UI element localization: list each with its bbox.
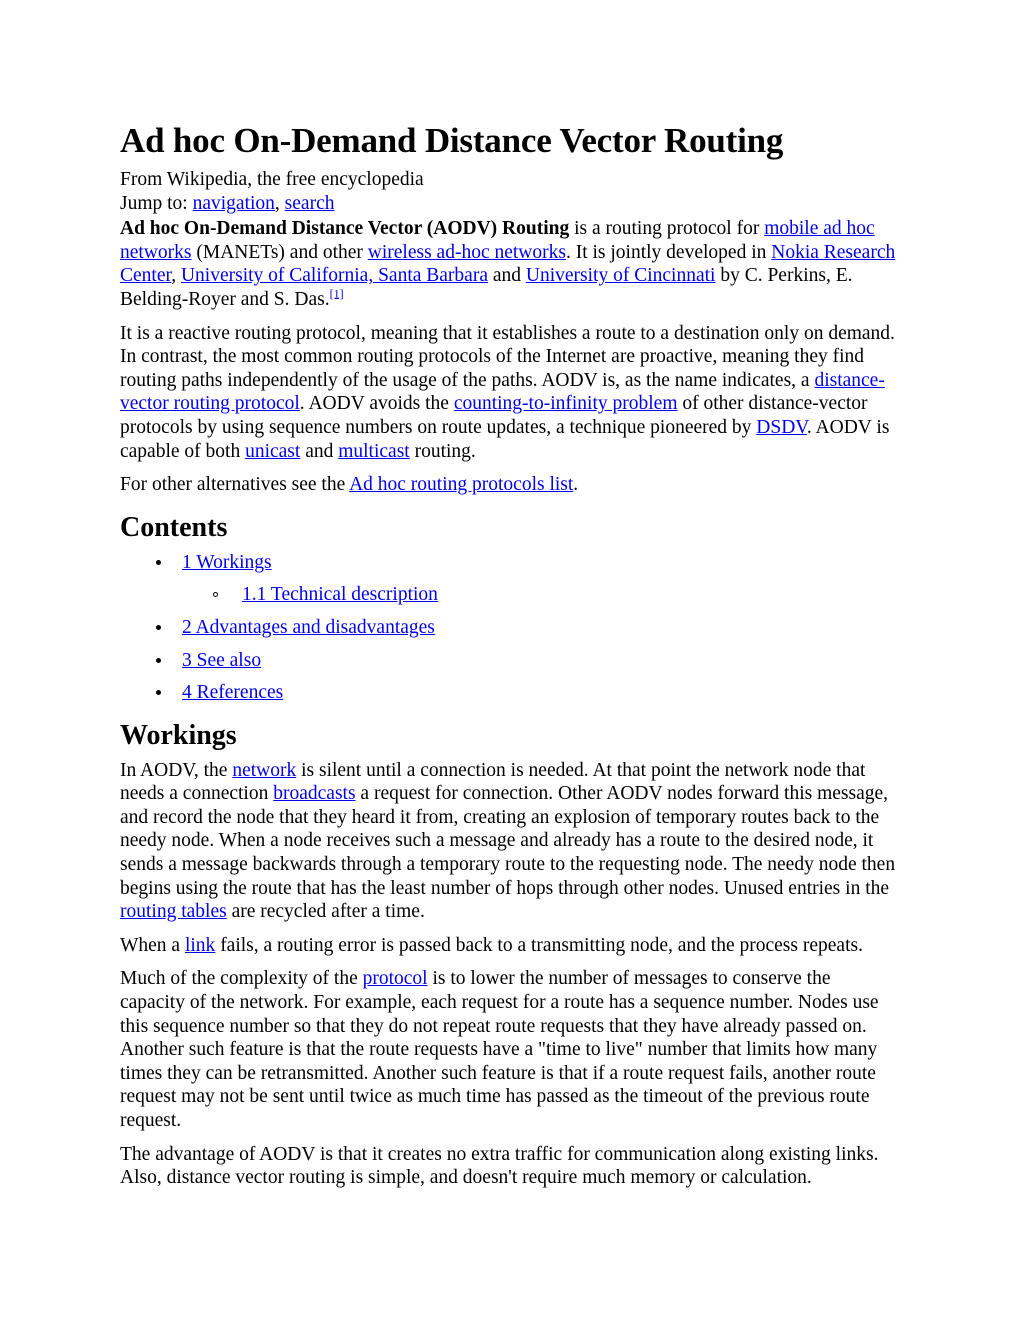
- reactive-text-2: . AODV avoids the: [299, 393, 454, 415]
- toc-item-references[interactable]: 4 References: [120, 681, 900, 705]
- jump-separator: ,: [274, 192, 285, 214]
- link-network[interactable]: network: [232, 760, 296, 781]
- link-broadcasts[interactable]: broadcasts: [273, 783, 355, 804]
- lead-text-1: is a routing protocol for: [569, 218, 765, 240]
- link-routing-tables[interactable]: routing tables: [120, 901, 227, 922]
- reference-marker-1[interactable]: [1]: [330, 286, 344, 300]
- reactive-text-1: It is a reactive routing protocol, meani…: [120, 322, 895, 391]
- reactive-paragraph: It is a reactive routing protocol, meani…: [120, 322, 900, 464]
- document-content: Ad hoc On-Demand Distance Vector Routing…: [120, 120, 900, 1200]
- lead-text-4: ,: [171, 265, 181, 287]
- toc-subitem-technical-description[interactable]: 1.1 Technical description: [182, 583, 900, 607]
- workings-p1-text-1: In AODV, the: [120, 759, 233, 781]
- lead-text-3: . It is jointly developed in: [565, 241, 772, 263]
- workings-paragraph-1: In AODV, the network is silent until a c…: [120, 759, 900, 924]
- link-protocol[interactable]: protocol: [363, 968, 428, 989]
- link-multicast[interactable]: multicast: [338, 441, 410, 462]
- link-uc-santa-barbara[interactable]: University of California, Santa Barbara: [181, 265, 488, 286]
- toc-link-workings[interactable]: 1 Workings: [182, 552, 272, 573]
- link-dsdv[interactable]: DSDV: [756, 417, 807, 438]
- toc-item-workings[interactable]: 1 Workings 1.1 Technical description: [120, 551, 900, 607]
- link-link[interactable]: link: [185, 935, 215, 956]
- workings-p3-text-2: is to lower the number of messages to co…: [120, 968, 879, 1131]
- disc-bullet-icon: [156, 690, 161, 696]
- circle-bullet-icon: [213, 592, 218, 598]
- toc-sublist-workings: 1.1 Technical description: [182, 583, 900, 607]
- document-page: Ad hoc On-Demand Distance Vector Routing…: [0, 0, 1020, 1320]
- table-of-contents: 1 Workings 1.1 Technical description 2 A…: [120, 551, 900, 705]
- source-attribution: From Wikipedia, the free encyclopedia Ju…: [120, 168, 900, 215]
- toc-item-see-also[interactable]: 3 See also: [120, 649, 900, 673]
- disc-bullet-icon: [156, 657, 161, 663]
- alternatives-text-1: For other alternatives see the: [120, 474, 350, 496]
- reactive-text-5: and: [300, 440, 339, 462]
- reference-link-1[interactable]: [1]: [330, 286, 344, 300]
- link-counting-to-infinity-problem[interactable]: counting-to-infinity problem: [454, 393, 678, 414]
- toc-link-technical-description[interactable]: 1.1 Technical description: [242, 584, 438, 605]
- page-title: Ad hoc On-Demand Distance Vector Routing: [120, 121, 784, 160]
- workings-p1-text-4: are recycled after a time.: [226, 901, 425, 923]
- disc-bullet-icon: [156, 624, 161, 630]
- lead-text-2: (MANETs) and other: [191, 241, 368, 263]
- toc-link-see-also[interactable]: 3 See also: [182, 650, 261, 671]
- source-line: From Wikipedia, the free encyclopedia: [120, 169, 424, 190]
- jump-to-label: Jump to:: [120, 192, 193, 214]
- reactive-text-6: routing.: [409, 440, 476, 462]
- contents-heading: Contents: [120, 511, 228, 543]
- workings-p2-text-2: fails, a routing error is passed back to…: [215, 934, 863, 956]
- toc-item-advantages-and-disadvantages[interactable]: 2 Advantages and disadvantages: [120, 616, 900, 640]
- workings-paragraph-2: When a link fails, a routing error is pa…: [120, 934, 900, 958]
- jump-to-navigation-link[interactable]: navigation: [193, 193, 275, 214]
- link-ad-hoc-routing-protocols-list[interactable]: Ad hoc routing protocols list: [349, 474, 573, 495]
- toc-link-advantages-and-disadvantages[interactable]: 2 Advantages and disadvantages: [182, 617, 435, 638]
- workings-heading: Workings: [120, 719, 237, 751]
- workings-p3-text-1: Much of the complexity of the: [120, 968, 363, 990]
- toc-link-references[interactable]: 4 References: [182, 682, 283, 703]
- lead-paragraph: Ad hoc On-Demand Distance Vector (AODV) …: [120, 217, 900, 311]
- workings-paragraph-3: Much of the complexity of the protocol i…: [120, 967, 900, 1132]
- link-unicast[interactable]: unicast: [245, 441, 300, 462]
- workings-p4-text-1: The advantage of AODV is that it creates…: [120, 1143, 879, 1189]
- lead-bold-term: Ad hoc On-Demand Distance Vector (AODV) …: [120, 218, 570, 240]
- alternatives-text-2: .: [573, 474, 579, 496]
- jump-to-search-link[interactable]: search: [285, 193, 335, 214]
- link-wireless-ad-hoc-networks[interactable]: wireless ad-hoc networks: [368, 242, 566, 263]
- lead-text-5: and: [487, 265, 526, 287]
- disc-bullet-icon: [156, 559, 161, 565]
- link-university-of-cincinnati[interactable]: University of Cincinnati: [526, 265, 716, 286]
- alternatives-paragraph: For other alternatives see the Ad hoc ro…: [120, 473, 900, 497]
- workings-p2-text-1: When a: [120, 934, 185, 956]
- workings-paragraph-4: The advantage of AODV is that it creates…: [120, 1143, 900, 1190]
